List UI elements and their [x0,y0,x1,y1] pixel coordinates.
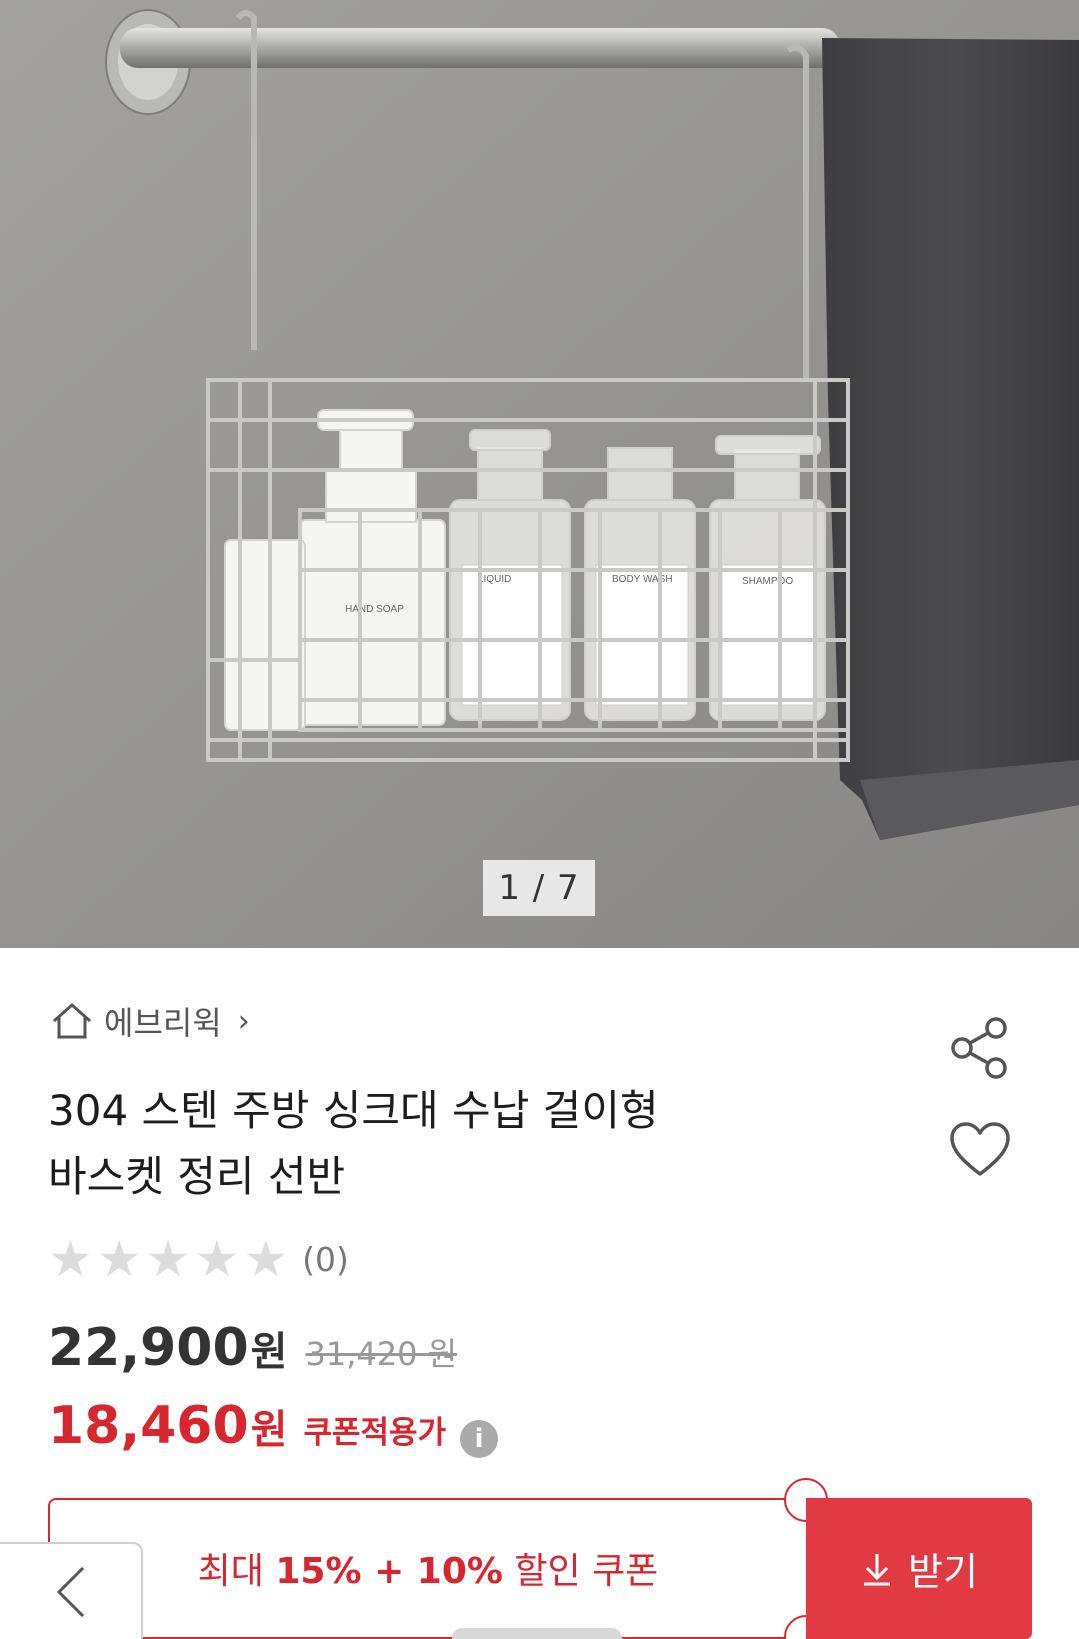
share-icon[interactable] [948,1016,1012,1080]
coupon-pct1: 15% [275,1551,362,1592]
coupon-price-unit: 원 [250,1407,288,1453]
product-image[interactable]: HAND SOAP LIQUID BODY WASH SHAMPOO 1 / 7 [0,0,1079,948]
price-row: 22,900 원 31,420 원 [48,1318,457,1378]
download-icon [864,1553,891,1585]
get-coupon-button[interactable]: 받기 [806,1498,1032,1639]
coupon-suffix: 할인 쿠폰 [502,1551,659,1592]
svg-text:BODY WASH: BODY WASH [612,574,673,585]
coupon-price-row: 18,460 원 쿠폰적용가 i [48,1396,499,1458]
star-icon: ★ [96,1230,142,1288]
sale-price-unit: 원 [250,1329,288,1375]
product-title-line1: 304 스텐 주방 싱크대 수납 걸이형 [48,1086,659,1135]
home-icon [53,1003,91,1039]
coupon-text: 최대 15% + 10% 할인 쿠폰 [50,1542,806,1594]
sale-price: 22,900 [48,1318,249,1378]
star-icon: ★ [243,1230,289,1288]
coupon-banner[interactable]: 최대 15% + 10% 할인 쿠폰 [48,1478,828,1639]
original-price: 31,420 원 [305,1335,458,1373]
star-icon: ★ [145,1230,191,1288]
product-title-line2: 바스켓 정리 선반 [48,1152,346,1201]
store-link[interactable]: 에브리윅 › [50,998,250,1044]
coupon-price: 18,460 [48,1396,249,1456]
image-counter: 1 / 7 [483,860,595,916]
product-photo: HAND SOAP LIQUID BODY WASH SHAMPOO [0,0,1079,948]
rating[interactable]: ★ ★ ★ ★ ★ (0) [48,1234,349,1284]
product-title: 304 스텐 주방 싱크대 수납 걸이형 바스켓 정리 선반 [48,1078,868,1210]
star-icon: ★ [48,1230,93,1288]
coupon-price-note: 쿠폰적용가 [303,1415,447,1451]
chevron-right-icon: › [237,1003,250,1039]
coupon-pct2: 10% [416,1551,503,1592]
coupon-prefix: 최대 [197,1551,276,1592]
svg-text:LIQUID: LIQUID [478,574,511,585]
bottom-handle [452,1628,622,1639]
star-icon: ★ [194,1230,240,1288]
back-button[interactable] [0,1542,143,1639]
coupon-plus: + [361,1551,417,1592]
get-coupon-label: 받기 [908,1550,978,1594]
svg-text:HAND SOAP: HAND SOAP [345,604,404,615]
svg-text:SHAMPOO: SHAMPOO [742,576,793,587]
info-icon[interactable]: i [460,1420,499,1458]
star-rating: ★ ★ ★ ★ ★ [48,1234,288,1284]
store-name: 에브리윅 [104,1004,222,1042]
chevron-left-icon [56,1566,84,1617]
heart-icon[interactable] [948,1120,1012,1180]
review-count: (0) [302,1239,349,1279]
